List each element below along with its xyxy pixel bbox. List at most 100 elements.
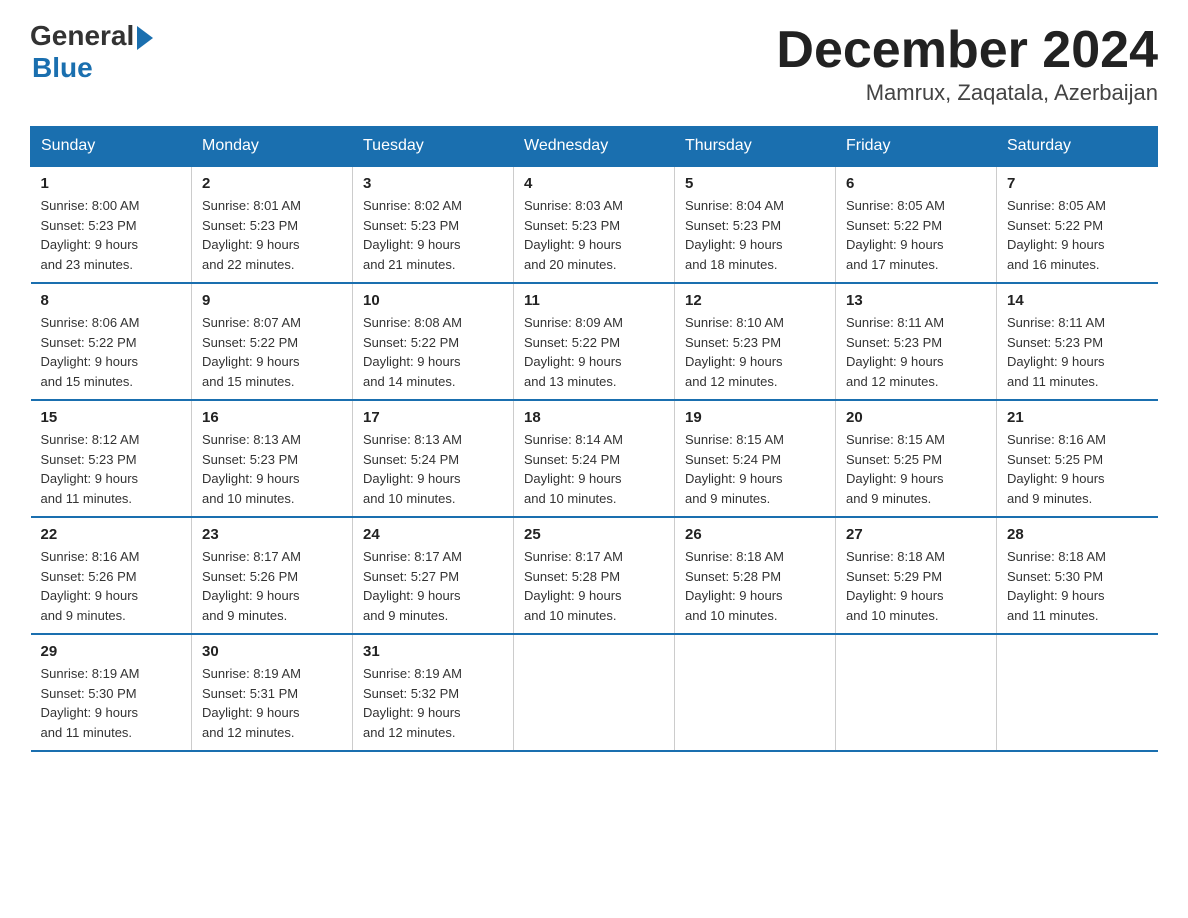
calendar-cell: 11 Sunrise: 8:09 AMSunset: 5:22 PMDayligh… <box>514 283 675 400</box>
day-number: 22 <box>41 526 182 543</box>
month-title: December 2024 <box>776 20 1158 80</box>
day-info: Sunrise: 8:04 AMSunset: 5:23 PMDaylight:… <box>685 196 825 274</box>
logo-blue-text: Blue <box>32 52 93 84</box>
calendar-cell: 2 Sunrise: 8:01 AMSunset: 5:23 PMDaylight… <box>192 166 353 283</box>
calendar-cell: 28 Sunrise: 8:18 AMSunset: 5:30 PMDayligh… <box>997 517 1158 634</box>
day-number: 11 <box>524 292 664 309</box>
calendar-cell <box>836 634 997 751</box>
day-info: Sunrise: 8:02 AMSunset: 5:23 PMDaylight:… <box>363 196 503 274</box>
day-number: 24 <box>363 526 503 543</box>
calendar-cell: 1 Sunrise: 8:00 AMSunset: 5:23 PMDaylight… <box>31 166 192 283</box>
day-info: Sunrise: 8:03 AMSunset: 5:23 PMDaylight:… <box>524 196 664 274</box>
day-info: Sunrise: 8:13 AMSunset: 5:23 PMDaylight:… <box>202 430 342 508</box>
day-info: Sunrise: 8:14 AMSunset: 5:24 PMDaylight:… <box>524 430 664 508</box>
day-number: 6 <box>846 175 986 192</box>
calendar-table: SundayMondayTuesdayWednesdayThursdayFrid… <box>30 126 1158 752</box>
header-friday: Friday <box>836 127 997 167</box>
calendar-cell: 7Sunrise: 8:05 AMSunset: 5:22 PMDaylight… <box>997 166 1158 283</box>
day-info: Sunrise: 8:00 AMSunset: 5:23 PMDaylight:… <box>41 196 182 274</box>
day-info: Sunrise: 8:13 AMSunset: 5:24 PMDaylight:… <box>363 430 503 508</box>
day-number: 13 <box>846 292 986 309</box>
day-number: 17 <box>363 409 503 426</box>
calendar-cell: 9 Sunrise: 8:07 AMSunset: 5:22 PMDaylight… <box>192 283 353 400</box>
day-info: Sunrise: 8:12 AMSunset: 5:23 PMDaylight:… <box>41 430 182 508</box>
calendar-week-row: 29 Sunrise: 8:19 AMSunset: 5:30 PMDayligh… <box>31 634 1158 751</box>
day-info: Sunrise: 8:09 AMSunset: 5:22 PMDaylight:… <box>524 313 664 391</box>
day-info: Sunrise: 8:17 AMSunset: 5:26 PMDaylight:… <box>202 547 342 625</box>
calendar-cell: 8Sunrise: 8:06 AMSunset: 5:22 PMDaylight… <box>31 283 192 400</box>
day-number: 14 <box>1007 292 1148 309</box>
day-number: 29 <box>41 643 182 660</box>
day-info: Sunrise: 8:19 AMSunset: 5:30 PMDaylight:… <box>41 664 182 742</box>
day-info: Sunrise: 8:08 AMSunset: 5:22 PMDaylight:… <box>363 313 503 391</box>
header-saturday: Saturday <box>997 127 1158 167</box>
header-thursday: Thursday <box>675 127 836 167</box>
calendar-header-row: SundayMondayTuesdayWednesdayThursdayFrid… <box>31 127 1158 167</box>
day-number: 10 <box>363 292 503 309</box>
calendar-cell: 29 Sunrise: 8:19 AMSunset: 5:30 PMDayligh… <box>31 634 192 751</box>
header-monday: Monday <box>192 127 353 167</box>
header-sunday: Sunday <box>31 127 192 167</box>
day-info: Sunrise: 8:15 AMSunset: 5:25 PMDaylight:… <box>846 430 986 508</box>
day-number: 23 <box>202 526 342 543</box>
day-info: Sunrise: 8:10 AMSunset: 5:23 PMDaylight:… <box>685 313 825 391</box>
calendar-cell <box>514 634 675 751</box>
logo: General Blue <box>30 20 153 84</box>
calendar-week-row: 15 Sunrise: 8:12 AMSunset: 5:23 PMDayligh… <box>31 400 1158 517</box>
day-number: 27 <box>846 526 986 543</box>
day-info: Sunrise: 8:15 AMSunset: 5:24 PMDaylight:… <box>685 430 825 508</box>
logo-general-text: General <box>30 20 134 52</box>
day-number: 1 <box>41 175 182 192</box>
day-number: 19 <box>685 409 825 426</box>
calendar-cell: 13 Sunrise: 8:11 AMSunset: 5:23 PMDayligh… <box>836 283 997 400</box>
day-info: Sunrise: 8:17 AMSunset: 5:28 PMDaylight:… <box>524 547 664 625</box>
day-number: 3 <box>363 175 503 192</box>
day-info: Sunrise: 8:11 AMSunset: 5:23 PMDaylight:… <box>846 313 986 391</box>
calendar-cell: 23 Sunrise: 8:17 AMSunset: 5:26 PMDayligh… <box>192 517 353 634</box>
day-number: 28 <box>1007 526 1148 543</box>
day-number: 7 <box>1007 175 1148 192</box>
calendar-cell: 25 Sunrise: 8:17 AMSunset: 5:28 PMDayligh… <box>514 517 675 634</box>
day-number: 20 <box>846 409 986 426</box>
calendar-cell: 15 Sunrise: 8:12 AMSunset: 5:23 PMDayligh… <box>31 400 192 517</box>
logo-arrow-icon <box>137 26 153 50</box>
calendar-cell: 26Sunrise: 8:18 AMSunset: 5:28 PMDayligh… <box>675 517 836 634</box>
calendar-cell: 16 Sunrise: 8:13 AMSunset: 5:23 PMDayligh… <box>192 400 353 517</box>
calendar-cell <box>675 634 836 751</box>
calendar-cell: 21 Sunrise: 8:16 AMSunset: 5:25 PMDayligh… <box>997 400 1158 517</box>
day-number: 15 <box>41 409 182 426</box>
calendar-week-row: 1 Sunrise: 8:00 AMSunset: 5:23 PMDaylight… <box>31 166 1158 283</box>
day-info: Sunrise: 8:16 AMSunset: 5:25 PMDaylight:… <box>1007 430 1148 508</box>
day-info: Sunrise: 8:17 AMSunset: 5:27 PMDaylight:… <box>363 547 503 625</box>
calendar-cell: 6 Sunrise: 8:05 AMSunset: 5:22 PMDaylight… <box>836 166 997 283</box>
day-number: 2 <box>202 175 342 192</box>
calendar-cell: 5 Sunrise: 8:04 AMSunset: 5:23 PMDaylight… <box>675 166 836 283</box>
page-header: General Blue December 2024 Mamrux, Zaqat… <box>30 20 1158 106</box>
day-info: Sunrise: 8:19 AMSunset: 5:32 PMDaylight:… <box>363 664 503 742</box>
day-info: Sunrise: 8:07 AMSunset: 5:22 PMDaylight:… <box>202 313 342 391</box>
day-info: Sunrise: 8:16 AMSunset: 5:26 PMDaylight:… <box>41 547 182 625</box>
day-info: Sunrise: 8:01 AMSunset: 5:23 PMDaylight:… <box>202 196 342 274</box>
day-info: Sunrise: 8:18 AMSunset: 5:29 PMDaylight:… <box>846 547 986 625</box>
day-number: 21 <box>1007 409 1148 426</box>
day-number: 9 <box>202 292 342 309</box>
day-info: Sunrise: 8:18 AMSunset: 5:30 PMDaylight:… <box>1007 547 1148 625</box>
day-number: 18 <box>524 409 664 426</box>
calendar-cell: 12Sunrise: 8:10 AMSunset: 5:23 PMDayligh… <box>675 283 836 400</box>
day-info: Sunrise: 8:06 AMSunset: 5:22 PMDaylight:… <box>41 313 182 391</box>
header-tuesday: Tuesday <box>353 127 514 167</box>
calendar-cell: 18 Sunrise: 8:14 AMSunset: 5:24 PMDayligh… <box>514 400 675 517</box>
calendar-cell: 3 Sunrise: 8:02 AMSunset: 5:23 PMDaylight… <box>353 166 514 283</box>
calendar-cell: 30Sunrise: 8:19 AMSunset: 5:31 PMDayligh… <box>192 634 353 751</box>
title-section: December 2024 Mamrux, Zaqatala, Azerbaij… <box>776 20 1158 106</box>
day-number: 26 <box>685 526 825 543</box>
day-info: Sunrise: 8:05 AMSunset: 5:22 PMDaylight:… <box>846 196 986 274</box>
calendar-cell: 31Sunrise: 8:19 AMSunset: 5:32 PMDayligh… <box>353 634 514 751</box>
calendar-cell: 27 Sunrise: 8:18 AMSunset: 5:29 PMDayligh… <box>836 517 997 634</box>
calendar-week-row: 22 Sunrise: 8:16 AMSunset: 5:26 PMDayligh… <box>31 517 1158 634</box>
calendar-cell: 19 Sunrise: 8:15 AMSunset: 5:24 PMDayligh… <box>675 400 836 517</box>
day-number: 5 <box>685 175 825 192</box>
calendar-cell: 10 Sunrise: 8:08 AMSunset: 5:22 PMDayligh… <box>353 283 514 400</box>
day-number: 25 <box>524 526 664 543</box>
day-number: 16 <box>202 409 342 426</box>
